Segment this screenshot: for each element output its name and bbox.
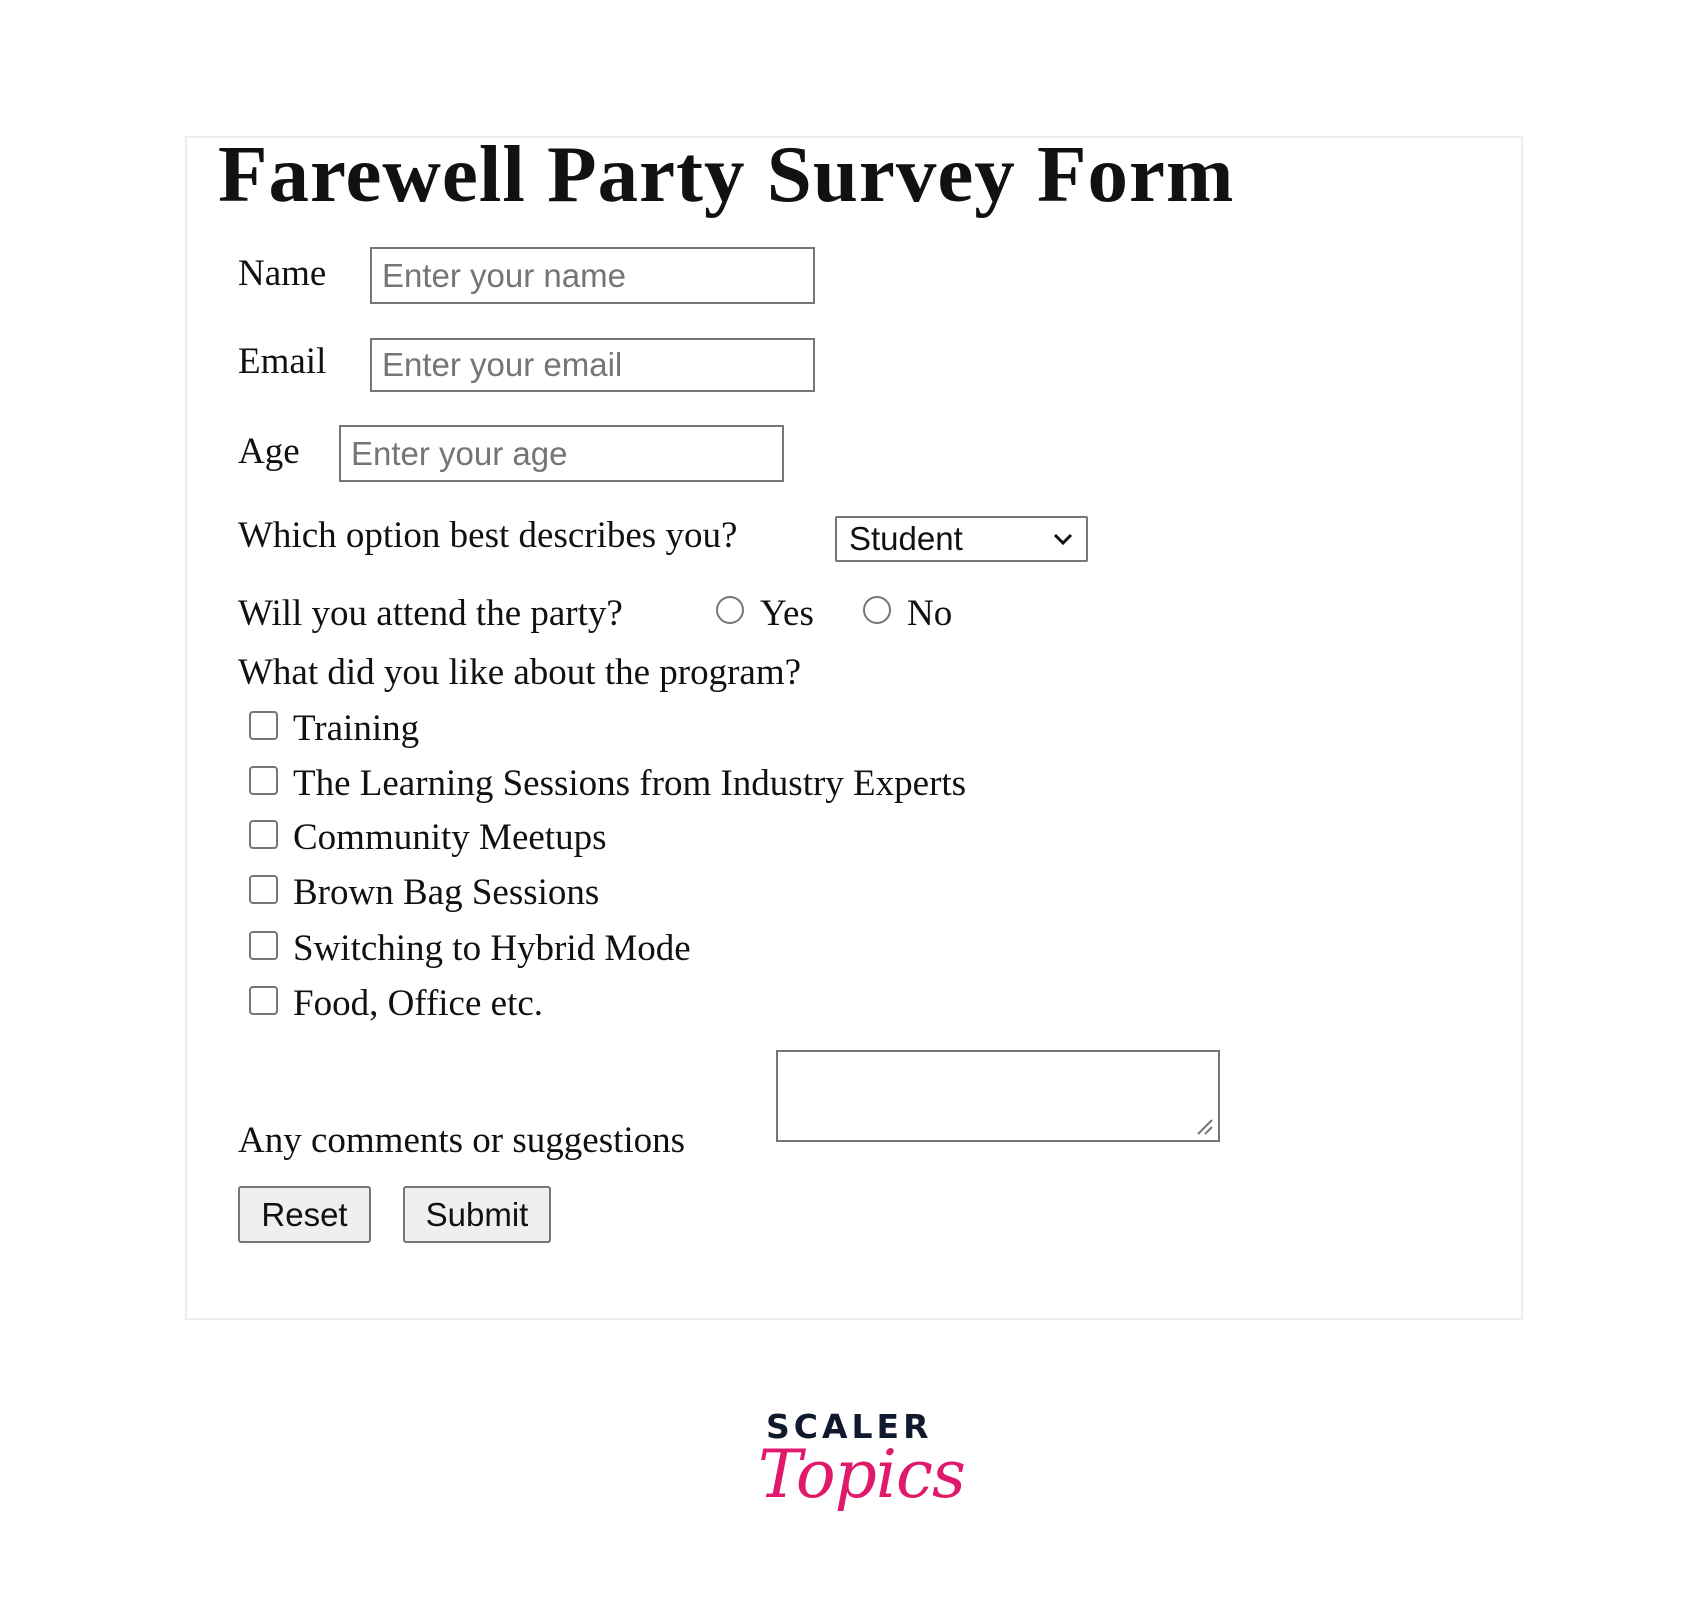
name-input[interactable]	[370, 247, 815, 304]
resize-handle-icon[interactable]	[1194, 1116, 1214, 1136]
attend-label: Will you attend the party?	[238, 593, 623, 634]
age-input[interactable]	[339, 425, 784, 482]
likes-checkbox-learning-sessions[interactable]	[249, 766, 278, 795]
name-label: Name	[238, 253, 327, 294]
likes-checkbox-training[interactable]	[249, 711, 278, 740]
likes-checkbox-brown-bag[interactable]	[249, 875, 278, 904]
comments-label: Any comments or suggestions	[238, 1120, 686, 1161]
likes-checkbox-community-meetups[interactable]	[249, 820, 278, 849]
email-input[interactable]	[370, 338, 815, 392]
likes-option-label[interactable]: Community Meetups	[293, 818, 606, 858]
submit-button[interactable]: Submit	[403, 1186, 551, 1243]
role-select[interactable]: Student	[835, 516, 1088, 562]
likes-option-label[interactable]: Food, Office etc.	[293, 984, 543, 1024]
attend-yes-radio[interactable]	[716, 596, 744, 624]
likes-option-label[interactable]: The Learning Sessions from Industry Expe…	[293, 764, 966, 804]
likes-option-label[interactable]: Switching to Hybrid Mode	[293, 929, 691, 969]
likes-label: What did you like about the program?	[238, 652, 802, 693]
attend-no-label[interactable]: No	[907, 594, 952, 634]
role-label: Which option best describes you?	[238, 515, 738, 556]
likes-option-label[interactable]: Training	[293, 709, 419, 749]
likes-checkbox-hybrid-mode[interactable]	[249, 931, 278, 960]
attend-no-radio[interactable]	[863, 596, 891, 624]
comments-textarea[interactable]	[776, 1050, 1220, 1142]
age-label: Age	[238, 431, 300, 472]
page-title: Farewell Party Survey Form	[218, 129, 1235, 219]
likes-checkbox-food-office[interactable]	[249, 986, 278, 1015]
email-label: Email	[238, 341, 327, 382]
chevron-down-icon	[1053, 533, 1073, 546]
role-selected-value: Student	[849, 520, 963, 557]
attend-yes-label[interactable]: Yes	[760, 594, 814, 634]
topics-logo-text: Topics	[758, 1436, 966, 1513]
reset-button[interactable]: Reset	[238, 1186, 371, 1243]
likes-option-label[interactable]: Brown Bag Sessions	[293, 873, 599, 913]
